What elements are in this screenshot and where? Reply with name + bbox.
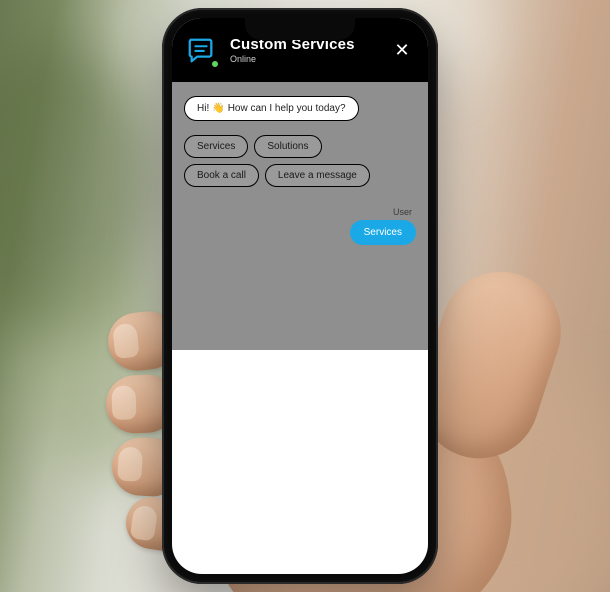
chat-widget: Custom Services Online ✕ Hi! 👋 How can I… bbox=[172, 18, 428, 350]
chat-status: Online bbox=[230, 54, 355, 64]
wave-emoji: 👋 bbox=[212, 103, 224, 114]
chat-body: Hi! 👋 How can I help you today? Services… bbox=[172, 82, 428, 350]
user-message-block: User Services bbox=[350, 207, 416, 245]
bot-message: Hi! 👋 How can I help you today? bbox=[184, 96, 359, 121]
quick-reply-solutions[interactable]: Solutions bbox=[254, 135, 321, 158]
bot-message-text-suffix: How can I help you today? bbox=[228, 103, 346, 114]
quick-replies: Services Solutions Book a call Leave a m… bbox=[184, 135, 397, 187]
close-button[interactable]: ✕ bbox=[390, 38, 414, 62]
phone-notch bbox=[245, 18, 355, 40]
phone-frame: Custom Services Online ✕ Hi! 👋 How can I… bbox=[162, 8, 438, 584]
user-label: User bbox=[393, 207, 416, 217]
quick-reply-book-a-call[interactable]: Book a call bbox=[184, 164, 259, 187]
user-message: Services bbox=[350, 220, 416, 245]
quick-reply-services[interactable]: Services bbox=[184, 135, 248, 158]
bot-message-text-prefix: Hi! bbox=[197, 103, 209, 114]
close-icon: ✕ bbox=[394, 41, 409, 59]
chat-icon bbox=[184, 33, 218, 67]
quick-reply-leave-a-message[interactable]: Leave a message bbox=[265, 164, 370, 187]
presence-indicator bbox=[211, 60, 219, 68]
phone-screen: Custom Services Online ✕ Hi! 👋 How can I… bbox=[172, 18, 428, 574]
user-message-text: Services bbox=[364, 227, 402, 238]
